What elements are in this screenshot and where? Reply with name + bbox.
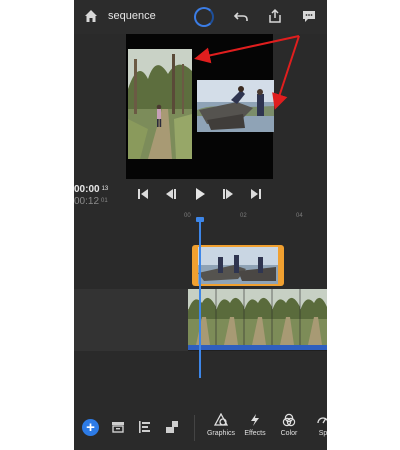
duration-time: 00:12 01 (74, 196, 108, 207)
share-icon[interactable] (266, 8, 284, 26)
selected-overlay-clip[interactable] (192, 245, 284, 286)
speed-icon (316, 413, 327, 427)
preview-clip-trail-photo[interactable] (128, 49, 192, 159)
preview-clip-rock-photo[interactable] (197, 80, 274, 132)
undo-icon[interactable] (232, 8, 250, 26)
toolbar-divider (194, 415, 195, 441)
arrange-icon[interactable] (164, 419, 180, 435)
ruler-tick-label: 00 (184, 213, 191, 219)
skip-to-start-icon[interactable] (136, 187, 154, 205)
overlay-clip-thumbnail (198, 247, 278, 284)
home-icon[interactable] (82, 8, 100, 26)
bottom-toolbar: + Graphics Effects Color Sp (74, 405, 327, 450)
video-editor-app: sequence 00:00 13 00:12 01 00 02 04 + Gr… (74, 0, 327, 450)
top-bar: sequence (74, 0, 327, 34)
step-forward-icon[interactable] (221, 187, 239, 205)
sync-spinner-icon (194, 7, 214, 27)
step-back-icon[interactable] (164, 187, 182, 205)
archive-icon[interactable] (110, 419, 126, 435)
main-video-clip[interactable] (188, 289, 327, 345)
feedback-icon[interactable] (300, 8, 318, 26)
transport-controls (134, 187, 269, 205)
speed-tool[interactable]: Sp (303, 413, 327, 437)
playhead[interactable] (199, 220, 201, 378)
color-icon (282, 413, 296, 427)
graphics-icon (213, 412, 229, 427)
speed-label: Sp (318, 430, 327, 437)
skip-to-end-icon[interactable] (249, 187, 267, 205)
track-empty-area (74, 289, 188, 351)
sequence-title[interactable]: sequence (108, 10, 156, 22)
main-clip-audio-bar[interactable] (188, 345, 327, 350)
preview-monitor[interactable] (126, 34, 274, 179)
align-icon[interactable] (137, 419, 153, 435)
add-media-button[interactable]: + (82, 419, 99, 436)
ruler-tick-label: 02 (240, 213, 247, 219)
ruler-tick-label: 04 (296, 213, 303, 219)
play-icon[interactable] (193, 187, 211, 205)
current-time: 00:00 13 (74, 184, 109, 195)
effects-icon (248, 413, 262, 427)
